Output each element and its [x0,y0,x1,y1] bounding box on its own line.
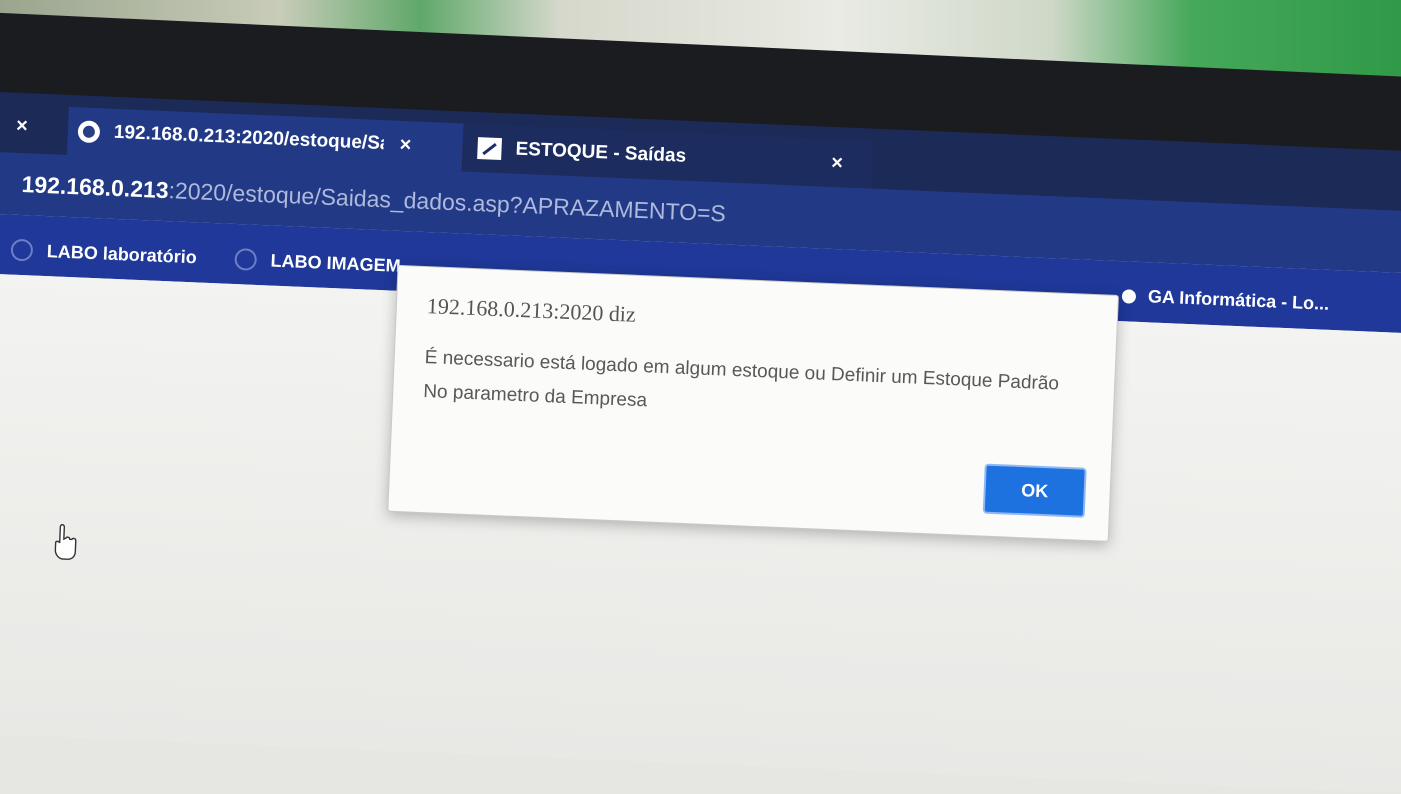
tab-title: ESTOQUE - Saídas [515,138,687,167]
tab-close-icon[interactable]: × [399,133,412,156]
url-host: 192.168.0.213 [21,171,170,204]
dialog-message: É necessario está logado em algum estoqu… [422,347,1060,412]
alert-dialog: 192.168.0.213:2020 diz É necessario está… [387,264,1119,542]
site-icon [1121,288,1137,304]
tab-close-icon[interactable]: × [831,151,844,174]
close-icon[interactable]: × [16,115,29,138]
dialog-title: 192.168.0.213:2020 diz [426,293,637,327]
ok-button[interactable]: OK [982,463,1087,518]
globe-icon [10,238,34,262]
browser-window: × 192.168.0.213:2020/estoque/Sai × ESTOQ… [0,0,1401,794]
hand-cursor-icon [54,524,77,560]
globe-icon [77,120,101,144]
globe-icon [234,247,258,271]
tab-title: 192.168.0.213:2020/estoque/Sai [113,121,385,155]
estoque-icon [477,137,503,161]
